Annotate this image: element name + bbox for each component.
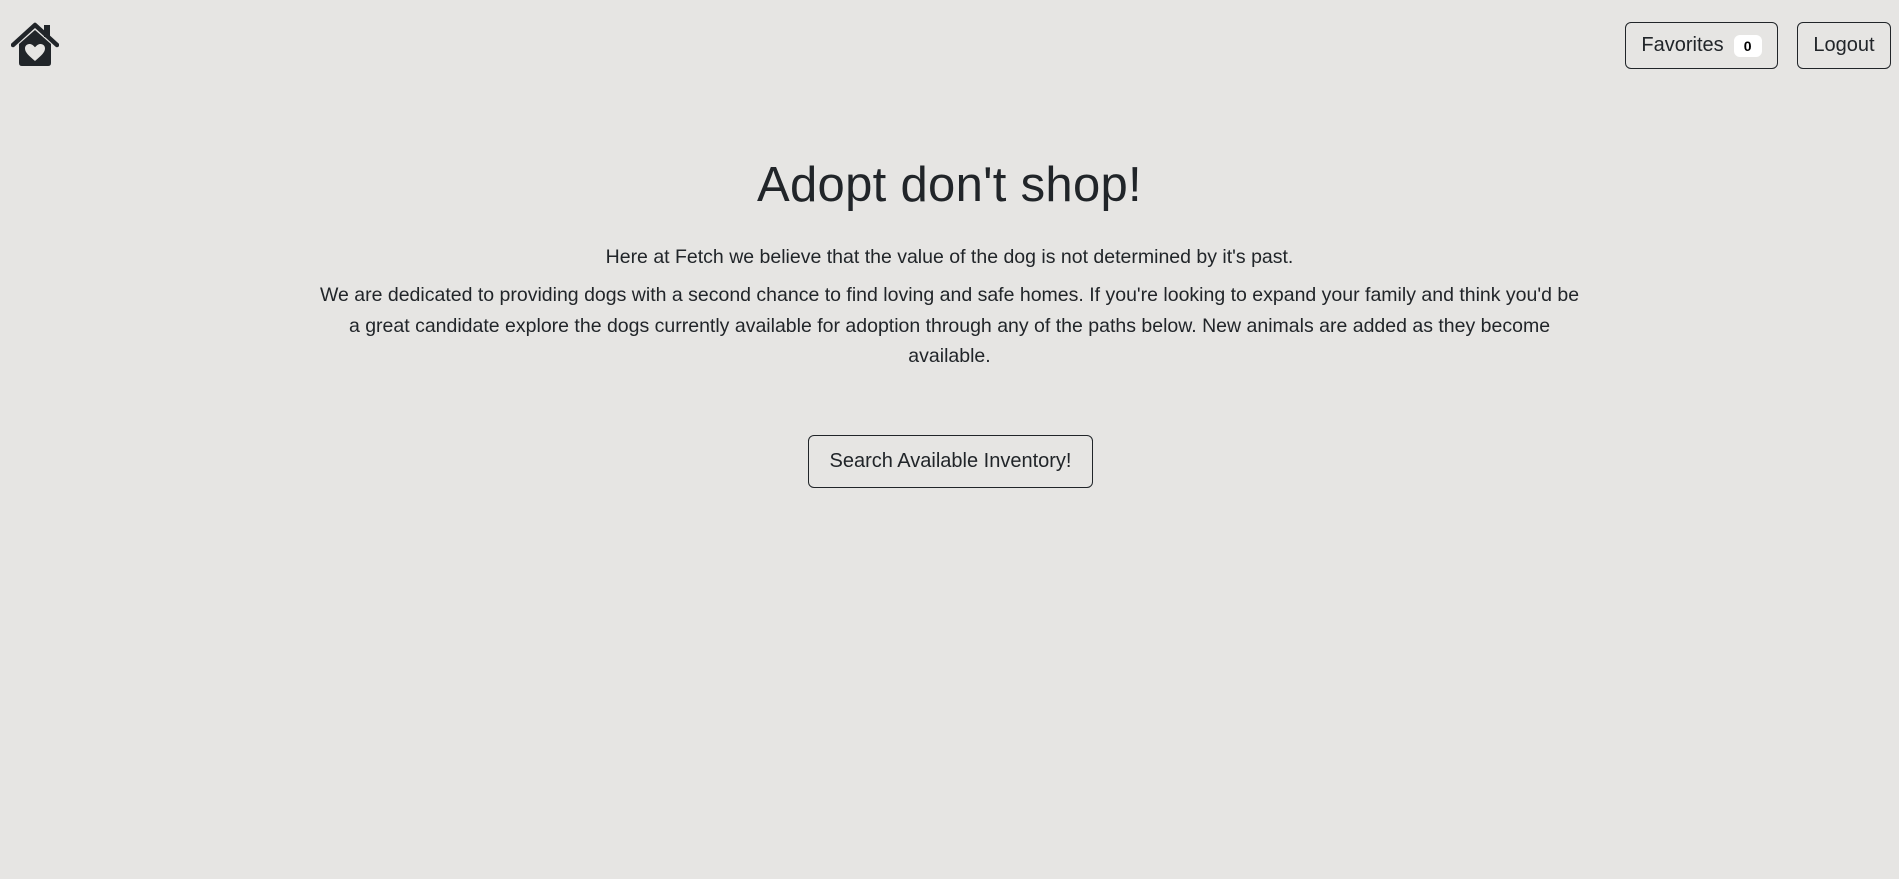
- page-title: Adopt don't shop!: [757, 158, 1142, 212]
- favorites-label: Favorites: [1641, 34, 1724, 56]
- page: Favorites 0 Logout Adopt don't shop! Her…: [0, 0, 1899, 879]
- tagline: Here at Fetch we believe that the value …: [605, 246, 1294, 268]
- house-heart-icon: [11, 22, 59, 66]
- favorites-count-badge: 0: [1733, 34, 1762, 57]
- favorites-button[interactable]: Favorites 0: [1625, 22, 1778, 69]
- logout-button[interactable]: Logout: [1797, 22, 1891, 69]
- home-link[interactable]: [11, 22, 59, 68]
- hero-section: Adopt don't shop! Here at Fetch we belie…: [0, 150, 1899, 372]
- description: We are dedicated to providing dogs with …: [319, 284, 1580, 367]
- search-inventory-button[interactable]: Search Available Inventory!: [808, 435, 1093, 488]
